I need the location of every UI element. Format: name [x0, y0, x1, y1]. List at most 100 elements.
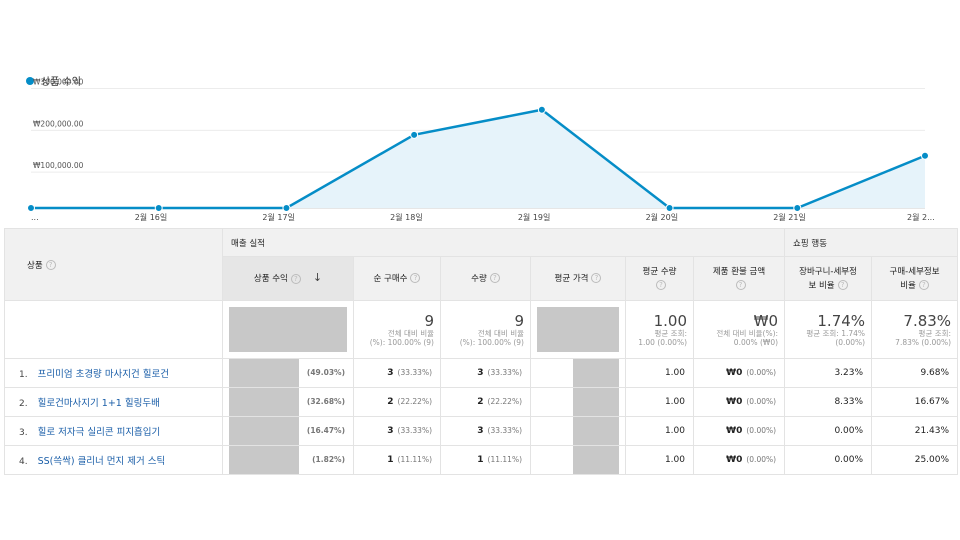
totals-sub-value: 1.00 (0.00%) — [638, 337, 687, 347]
col-header-revenue[interactable]: 상품 수익? ↓ — [222, 256, 354, 301]
row-number: 3. — [19, 428, 28, 438]
quantity-pct: (33.33%) — [487, 368, 522, 377]
col-header-unique-purchases[interactable]: 순 구매수? — [353, 256, 441, 301]
col-header-avg-qty[interactable]: 평균 수량? — [625, 256, 694, 301]
totals-row: 9 전체 대비 비율 (%): 100.00% (9) 9 전체 대비 비율 (… — [4, 300, 959, 359]
col-header-quantity[interactable]: 수량? — [440, 256, 531, 301]
x-tick-label: 2월 19일 — [518, 212, 551, 222]
col-header-quantity-label: 수량 — [471, 273, 487, 284]
totals-sub-label: 전체 대비 비율(%): — [716, 328, 779, 338]
redaction-block — [573, 359, 619, 387]
col-header-cart-ratio[interactable]: 장바구니-세부정 보 비율? — [784, 256, 873, 301]
unique-purchases-value: 1 — [387, 455, 394, 465]
totals-sub-label: 평균 조회: 1.74% — [806, 328, 866, 338]
unique-purchases-pct: (11.11%) — [397, 455, 432, 464]
col-header-avg-price-label: 평균 가격 — [554, 273, 589, 284]
totals-sub-label: 평균 조회: — [918, 328, 952, 338]
x-tick-label: 2월 18일 — [390, 212, 423, 222]
data-point — [154, 204, 163, 212]
row-number: 4. — [19, 457, 28, 467]
totals-sub-value: 0.00% (₩0) — [733, 337, 779, 347]
refund-pct: (0.00%) — [746, 397, 777, 406]
totals-dim-cell — [4, 300, 223, 359]
product-cell: 3. 힐로 저자극 실리콘 피지흡입기 — [4, 416, 223, 446]
product-link[interactable]: 힐로건마사지기 1+1 힐링두배 — [38, 398, 160, 409]
totals-cart-ratio-value: 1.74% — [817, 311, 866, 330]
x-tick-label: ... — [31, 213, 39, 222]
totals-quantity: 9 전체 대비 비율 (%): 100.00% (9) — [440, 300, 531, 359]
unique-purchases-pct: (33.33%) — [397, 368, 432, 377]
quantity-cell: 3 (33.33%) — [440, 358, 531, 388]
dimension-header[interactable]: 상품? — [4, 228, 223, 301]
col-header-avg-price[interactable]: 평균 가격? — [530, 256, 626, 301]
help-icon[interactable]: ? — [45, 260, 56, 270]
row-number: 2. — [19, 399, 28, 409]
table-row: 4. SS(쓱싹) 클리너 먼지 제거 스틱 (1.82%) 1 (11.11%) … — [4, 445, 959, 475]
series-area — [31, 109, 925, 208]
refund-value: ₩0 — [726, 397, 743, 407]
y-tick-label: ₩300,000.00 — [33, 78, 84, 87]
help-icon[interactable]: ? — [735, 280, 746, 290]
revenue-cell: (32.68%) — [222, 387, 354, 417]
quantity-value: 2 — [477, 397, 484, 407]
row-number: 1. — [19, 370, 28, 380]
help-icon[interactable]: ? — [591, 273, 602, 283]
totals-sub-value: (0.00%) — [835, 337, 866, 347]
x-tick-label: 2월 16일 — [135, 212, 168, 222]
quantity-value: 3 — [477, 426, 484, 436]
help-icon[interactable]: ? — [410, 273, 421, 283]
help-icon[interactable]: ? — [656, 280, 666, 290]
product-link[interactable]: SS(쓱싹) 클리너 먼지 제거 스틱 — [38, 456, 166, 467]
buy-ratio-cell: 25.00% — [871, 445, 959, 475]
quantity-pct: (33.33%) — [487, 426, 522, 435]
data-point — [537, 105, 546, 114]
totals-quantity-value: 9 — [514, 311, 524, 330]
redaction-block — [229, 417, 299, 445]
revenue-cell: (49.03%) — [222, 358, 354, 388]
x-tick-label: 2월 20일 — [646, 212, 679, 222]
cart-ratio-cell: 0.00% — [784, 445, 873, 475]
buy-ratio-cell: 16.67% — [871, 387, 959, 417]
help-icon[interactable]: ? — [837, 280, 848, 290]
unique-purchases-cell: 1 (11.11%) — [353, 445, 441, 475]
sort-desc-icon[interactable]: ↓ — [313, 271, 322, 284]
col-header-buy-ratio-label-2: 비율 — [900, 280, 916, 291]
redaction-block — [229, 388, 299, 416]
unique-purchases-value: 2 — [387, 397, 394, 407]
col-header-unique-purchases-label: 순 구매수 — [373, 273, 408, 284]
buy-ratio-cell: 21.43% — [871, 416, 959, 446]
quantity-cell: 2 (22.22%) — [440, 387, 531, 417]
unique-purchases-cell: 2 (22.22%) — [353, 387, 441, 417]
data-point — [27, 204, 35, 212]
buy-ratio-cell: 9.68% — [871, 358, 959, 388]
totals-sub-label: 전체 대비 비율 — [387, 328, 434, 338]
totals-unique-purchases: 9 전체 대비 비율 (%): 100.00% (9) — [353, 300, 441, 359]
refund-pct: (0.00%) — [746, 455, 777, 464]
unique-purchases-cell: 3 (33.33%) — [353, 416, 441, 446]
product-link[interactable]: 힐로 저자극 실리콘 피지흡입기 — [38, 427, 161, 438]
help-icon[interactable]: ? — [489, 273, 500, 283]
x-tick-label: 2월 21일 — [773, 212, 806, 222]
totals-refund-value: ₩0 — [753, 311, 779, 330]
col-header-buy-ratio[interactable]: 구매-세부정보 비율? — [871, 256, 959, 301]
totals-avg-price-redacted — [530, 300, 626, 359]
quantity-cell: 3 (33.33%) — [440, 416, 531, 446]
unique-purchases-pct: (33.33%) — [397, 426, 432, 435]
product-link[interactable]: 프리미엄 초경량 마사지건 힐로건 — [38, 369, 169, 380]
totals-avg-qty-value: 1.00 — [653, 311, 687, 330]
help-icon[interactable]: ? — [918, 280, 929, 290]
refund-pct: (0.00%) — [746, 426, 777, 435]
table-row: 2. 힐로건마사지기 1+1 힐링두배 (32.68%) 2 (22.22%) 2(… — [4, 387, 959, 417]
cart-ratio-cell: 8.33% — [784, 387, 873, 417]
revenue-cell: (16.47%) — [222, 416, 354, 446]
unique-purchases-cell: 3 (33.33%) — [353, 358, 441, 388]
data-point — [665, 204, 674, 212]
data-point — [921, 151, 929, 160]
totals-sub-value: (%): 100.00% (9) — [369, 337, 434, 347]
help-icon[interactable]: ? — [290, 273, 301, 284]
redaction-block — [573, 446, 619, 474]
quantity-cell: 1 (11.11%) — [440, 445, 531, 475]
col-header-refund[interactable]: 제품 환불 금액? — [692, 256, 786, 301]
quantity-pct: (11.11%) — [487, 455, 522, 464]
x-tick-label: 2월 17일 — [262, 212, 295, 222]
